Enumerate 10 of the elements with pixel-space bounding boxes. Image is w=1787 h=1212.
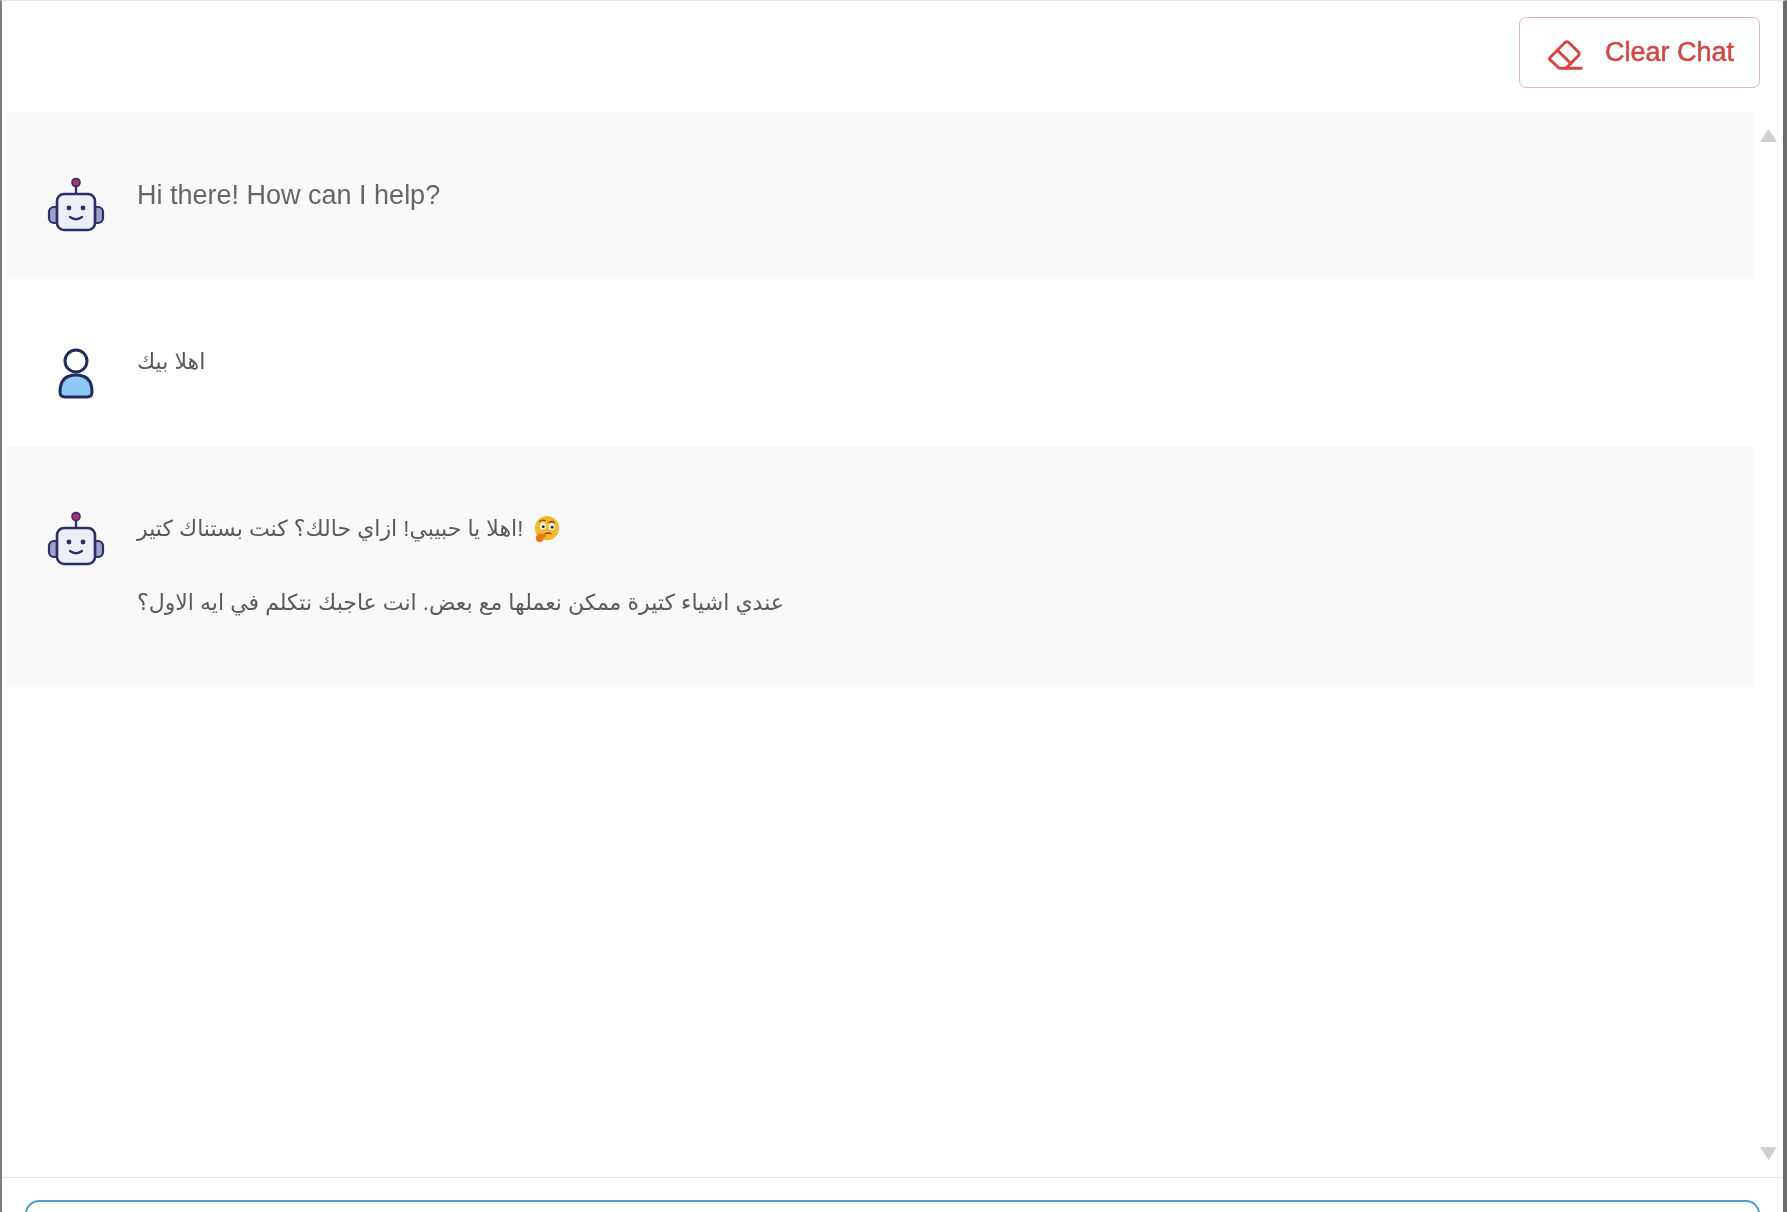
message-text: عندي اشياء كتيرة ممكن نعملها مع بعض. انت عاجبك نتكلم في ايه الاول؟ [137,589,784,618]
message-text: Hi there! How can I help? [137,179,441,212]
scroll-down-icon[interactable] [1759,1147,1777,1160]
robot-icon [46,177,106,233]
user-icon [56,347,96,399]
message-text: اهلا يا حبيبي! ازاي حالك؟ كنت بستناك كتير! [137,515,524,544]
message-text: اهلا بيك [137,348,206,376]
robot-icon [46,511,106,567]
clear-chat-button[interactable]: Clear Chat [1518,17,1760,88]
scroll-up-icon[interactable] [1759,129,1777,142]
